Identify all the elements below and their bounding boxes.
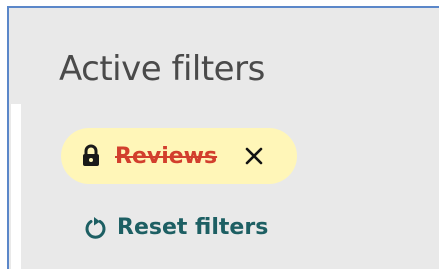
active-filters-panel: Active filters Reviews Reset filters [7, 6, 439, 269]
close-icon[interactable] [241, 143, 267, 169]
page-title: Active filters [59, 49, 265, 89]
panel-side-strip [11, 104, 21, 269]
reset-filters-label: Reset filters [117, 214, 269, 240]
filter-chip-label: Reviews [115, 143, 218, 169]
lock-icon [81, 144, 101, 168]
filter-chip[interactable]: Reviews [61, 128, 297, 184]
reset-icon [83, 214, 109, 240]
reset-filters-button[interactable]: Reset filters [83, 214, 268, 240]
